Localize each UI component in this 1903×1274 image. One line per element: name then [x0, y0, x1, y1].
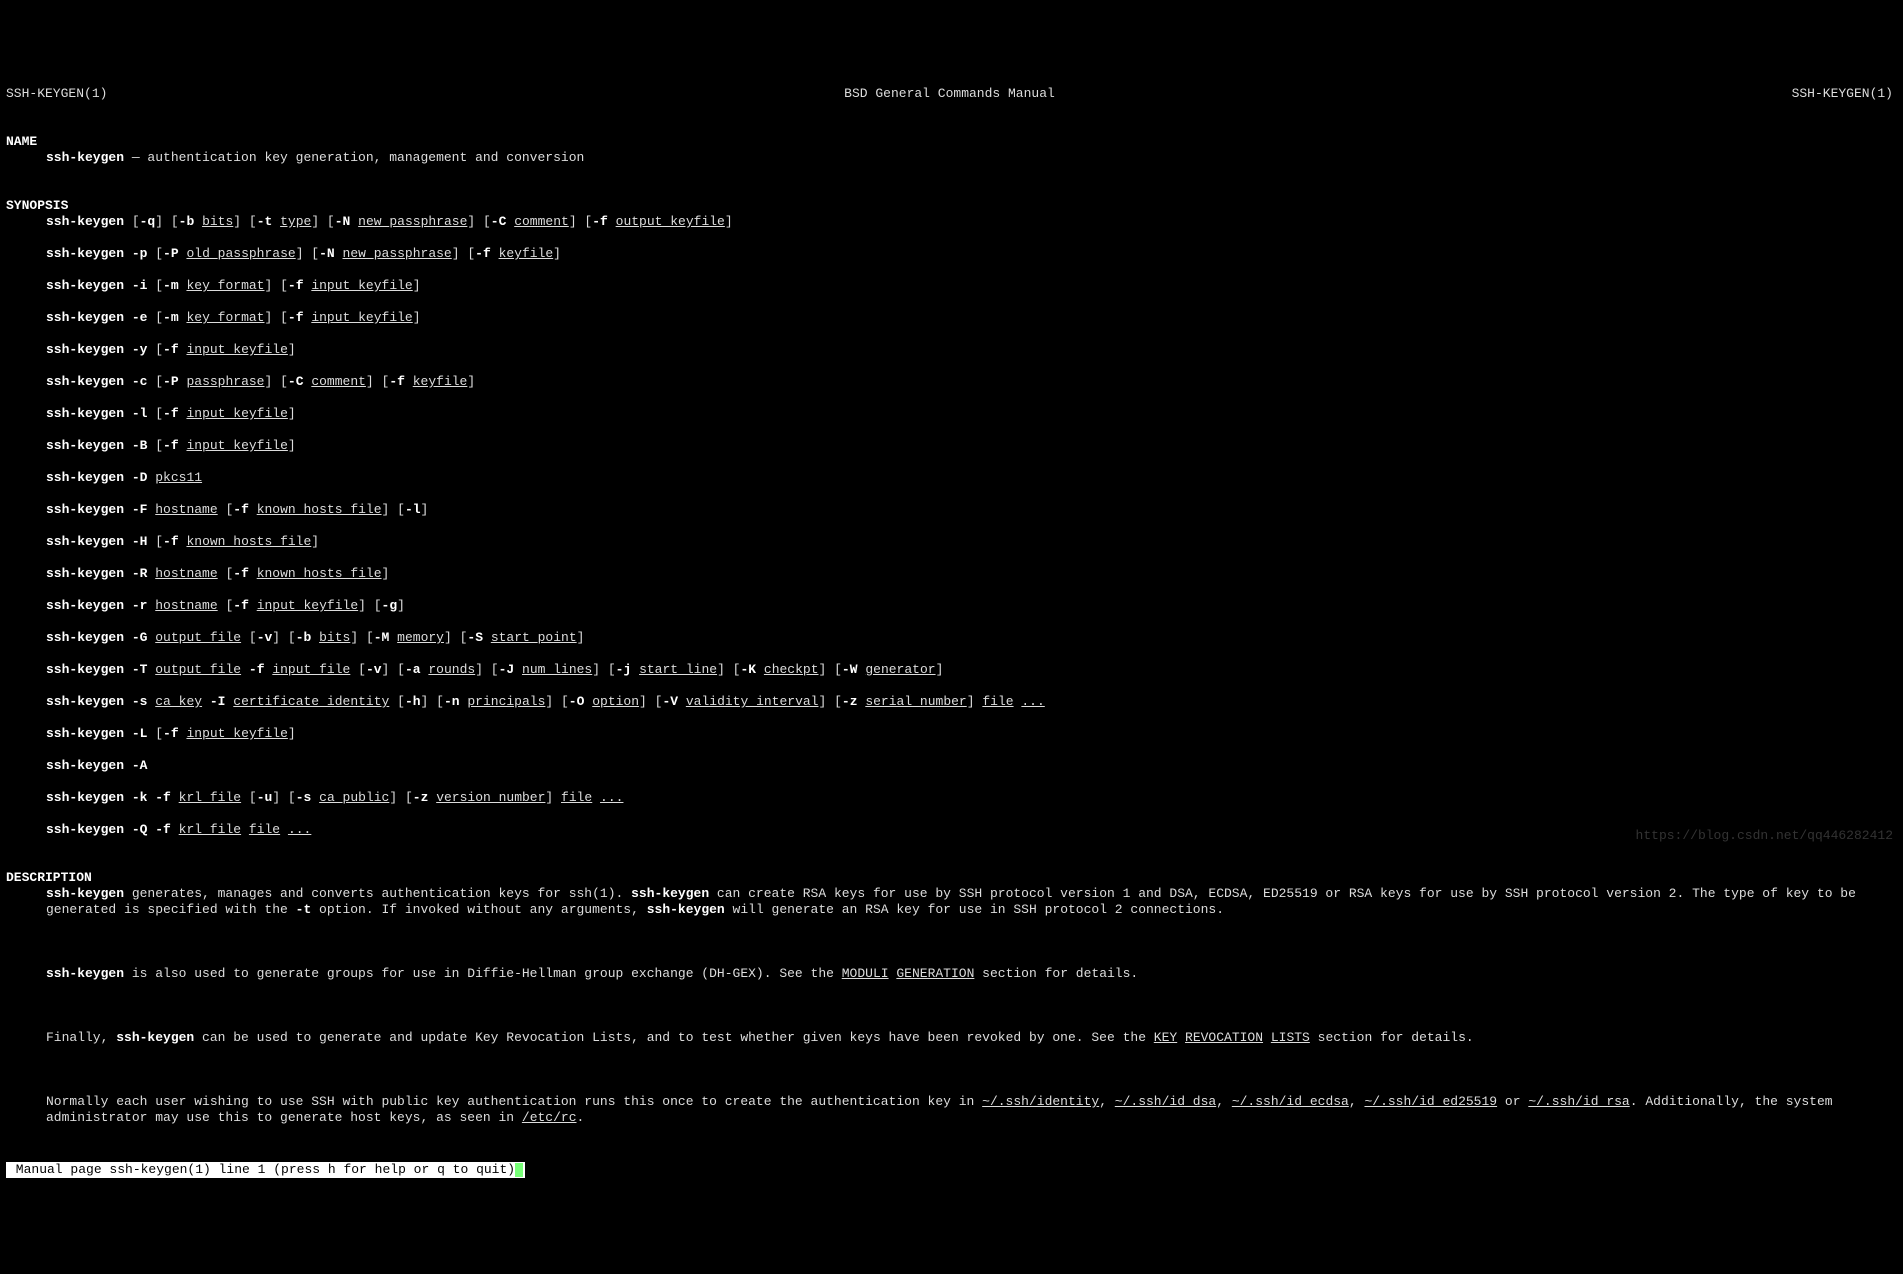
synopsis-line-5: ssh-keygen -y [-f input_keyfile] — [6, 342, 1893, 358]
synopsis-line-10: ssh-keygen -F hostname [-f known_hosts_f… — [6, 502, 1893, 518]
synopsis-line-3: ssh-keygen -i [-m key_format] [-f input_… — [6, 278, 1893, 294]
description-para-1: ssh-keygen generates, manages and conver… — [6, 886, 1866, 918]
description-para-3: Finally, ssh-keygen can be used to gener… — [6, 1030, 1866, 1046]
synopsis-line-13: ssh-keygen -r hostname [-f input_keyfile… — [6, 598, 1893, 614]
synopsis-line-6: ssh-keygen -c [-P passphrase] [-C commen… — [6, 374, 1893, 390]
synopsis-line-15: ssh-keygen -T output_file -f input_file … — [6, 662, 1893, 678]
description-para-2: ssh-keygen is also used to generate grou… — [6, 966, 1866, 982]
header-center: BSD General Commands Manual — [844, 86, 1055, 102]
section-name: NAME — [6, 134, 37, 149]
synopsis-line-11: ssh-keygen -H [-f known_hosts_file] — [6, 534, 1893, 550]
synopsis-line-18: ssh-keygen -A — [6, 758, 1893, 774]
synopsis-line-2: ssh-keygen -p [-P old_passphrase] [-N ne… — [6, 246, 1893, 262]
synopsis-line-19: ssh-keygen -k -f krl_file [-u] [-s ca_pu… — [6, 790, 1893, 806]
synopsis-line-7: ssh-keygen -l [-f input_keyfile] — [6, 406, 1893, 422]
description-para-4: Normally each user wishing to use SSH wi… — [6, 1094, 1866, 1126]
synopsis-line-16: ssh-keygen -s ca_key -I certificate_iden… — [6, 694, 1893, 710]
synopsis-line-4: ssh-keygen -e [-m key_format] [-f input_… — [6, 310, 1893, 326]
synopsis-line-9: ssh-keygen -D pkcs11 — [6, 470, 1893, 486]
pager-status-line[interactable]: Manual page ssh-keygen(1) line 1 (press … — [6, 1162, 525, 1178]
section-description: DESCRIPTION — [6, 870, 92, 885]
manpage-header: SSH-KEYGEN(1) BSD General Commands Manual… — [6, 86, 1893, 102]
watermark-text: https://blog.csdn.net/qq446282412 — [1636, 828, 1893, 844]
header-left: SSH-KEYGEN(1) — [6, 86, 107, 102]
synopsis-line-12: ssh-keygen -R hostname [-f known_hosts_f… — [6, 566, 1893, 582]
synopsis-line-17: ssh-keygen -L [-f input_keyfile] — [6, 726, 1893, 742]
synopsis-line-20: ssh-keygen -Q -f krl_file file ... — [6, 822, 1893, 838]
cursor-icon — [515, 1163, 523, 1177]
header-right: SSH-KEYGEN(1) — [1792, 86, 1893, 102]
section-synopsis: SYNOPSIS — [6, 198, 68, 213]
manpage-body: SSH-KEYGEN(1) BSD General Commands Manual… — [0, 64, 1903, 1142]
name-line: ssh-keygen — authentication key generati… — [6, 150, 1893, 166]
synopsis-line-1: ssh-keygen [-q] [-b bits] [-t type] [-N … — [6, 214, 1893, 230]
synopsis-line-8: ssh-keygen -B [-f input_keyfile] — [6, 438, 1893, 454]
synopsis-line-14: ssh-keygen -G output_file [-v] [-b bits]… — [6, 630, 1893, 646]
